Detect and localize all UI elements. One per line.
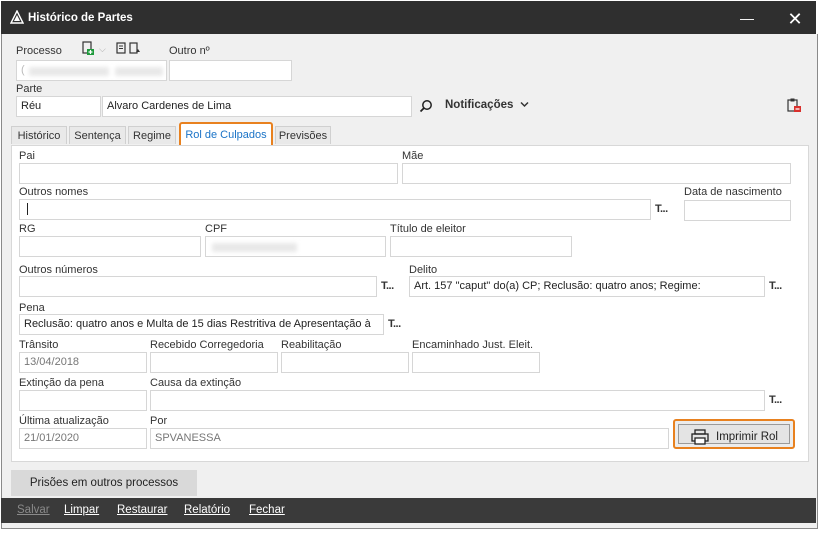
encaminhado-input[interactable] — [412, 352, 540, 373]
processo-prefix: ( — [21, 64, 25, 76]
delito-text-button[interactable]: T... — [769, 280, 782, 292]
parte-tipo-field[interactable]: Réu — [16, 96, 101, 117]
encaminhado-label: Encaminhado Just. Eleit. — [412, 339, 534, 351]
delito-label: Delito — [409, 264, 438, 276]
causa-extincao-input[interactable] — [150, 390, 765, 411]
limpar-button[interactable]: Limpar — [64, 504, 99, 516]
extincao-pena-input[interactable] — [19, 390, 147, 411]
reabilitacao-input[interactable] — [281, 352, 409, 373]
recebido-corregedoria-label: Recebido Corregedoria — [150, 339, 264, 351]
title-bar: Histórico de Partes — ✕ — [1, 1, 816, 34]
app-icon — [10, 10, 24, 24]
restaurar-button[interactable]: Restaurar — [117, 504, 168, 516]
ultima-atualizacao-label: Última atualização — [19, 415, 109, 427]
processo-input[interactable]: ( — [16, 60, 167, 81]
causa-extincao-text-button[interactable]: T... — [769, 394, 782, 406]
outros-numeros-label: Outros números — [19, 264, 98, 276]
mae-input[interactable] — [402, 163, 791, 184]
minimize-button[interactable]: — — [736, 7, 758, 29]
notificacoes-label: Notificações — [445, 99, 514, 111]
tab-regime[interactable]: Regime — [128, 126, 176, 144]
delito-input[interactable]: Art. 157 "caput" do(a) CP; Reclusão: qua… — [409, 276, 765, 297]
tab-previsoes[interactable]: Previsões — [275, 126, 331, 144]
causa-extincao-label: Causa da extinção — [150, 377, 242, 389]
relatorio-button[interactable]: Relatório — [184, 504, 230, 516]
text-cursor — [27, 203, 28, 215]
document-export-icon[interactable] — [115, 41, 143, 56]
imprimir-rol-button[interactable]: Imprimir Rol — [673, 419, 795, 449]
reabilitacao-label: Reabilitação — [281, 339, 342, 351]
pai-label: Pai — [19, 150, 35, 162]
fechar-button[interactable]: Fechar — [249, 504, 285, 516]
recebido-corregedoria-input[interactable] — [150, 352, 278, 373]
parte-label: Parte — [16, 83, 43, 95]
mae-label: Mãe — [402, 150, 424, 162]
tab-sentenca[interactable]: Sentença — [69, 126, 126, 144]
outros-numeros-text-button[interactable]: T... — [381, 280, 394, 292]
pena-text-button[interactable]: T... — [388, 318, 401, 330]
cpf-label: CPF — [205, 223, 227, 235]
pena-input[interactable]: Reclusão: quatro anos e Multa de 15 dias… — [19, 314, 384, 335]
chevron-down-icon[interactable]: ⌵ — [99, 44, 106, 55]
outros-nomes-text-button[interactable]: T... — [655, 203, 668, 215]
transito-input[interactable]: 13/04/2018 — [19, 352, 147, 373]
pai-input[interactable] — [19, 163, 398, 184]
outros-numeros-input[interactable] — [19, 276, 377, 297]
pena-label: Pena — [19, 302, 45, 314]
printer-icon — [691, 429, 709, 445]
clipboard-delete-icon[interactable] — [786, 97, 802, 113]
salvar-button[interactable]: Salvar — [17, 504, 50, 516]
data-nascimento-label: Data de nascimento — [684, 186, 782, 198]
transito-label: Trânsito — [19, 339, 59, 351]
document-add-icon[interactable] — [81, 41, 95, 56]
tab-historico[interactable]: Histórico — [11, 126, 67, 144]
imprimir-rol-button-face: Imprimir Rol — [678, 424, 790, 445]
prisoes-outros-processos-button[interactable]: Prisões em outros processos — [11, 470, 197, 496]
search-icon[interactable] — [419, 99, 433, 113]
outro-numero-input[interactable] — [169, 60, 292, 81]
notificacoes-menu[interactable]: Notificações — [445, 99, 529, 111]
outros-nomes-input[interactable] — [19, 199, 651, 220]
parte-nome-field[interactable]: Alvaro Cardenes de Lima — [102, 96, 412, 117]
extincao-pena-label: Extinção da pena — [19, 377, 105, 389]
titulo-eleitor-label: Título de eleitor — [390, 223, 466, 235]
window-title: Histórico de Partes — [28, 12, 133, 24]
data-nascimento-input[interactable] — [684, 200, 791, 221]
processo-label: Processo — [16, 45, 62, 57]
rg-label: RG — [19, 223, 36, 235]
cpf-input[interactable] — [205, 236, 386, 257]
close-button[interactable]: ✕ — [783, 7, 807, 31]
por-label: Por — [150, 415, 168, 427]
rg-input[interactable] — [19, 236, 201, 257]
por-input[interactable]: SPVANESSA — [150, 428, 669, 449]
chevron-down-icon — [520, 101, 529, 108]
ultima-atualizacao-input[interactable]: 21/01/2020 — [19, 428, 147, 449]
titulo-eleitor-input[interactable] — [390, 236, 572, 257]
outros-nomes-label: Outros nomes — [19, 186, 89, 198]
outro-numero-label: Outro nº — [169, 45, 210, 57]
imprimir-rol-label: Imprimir Rol — [716, 431, 778, 443]
